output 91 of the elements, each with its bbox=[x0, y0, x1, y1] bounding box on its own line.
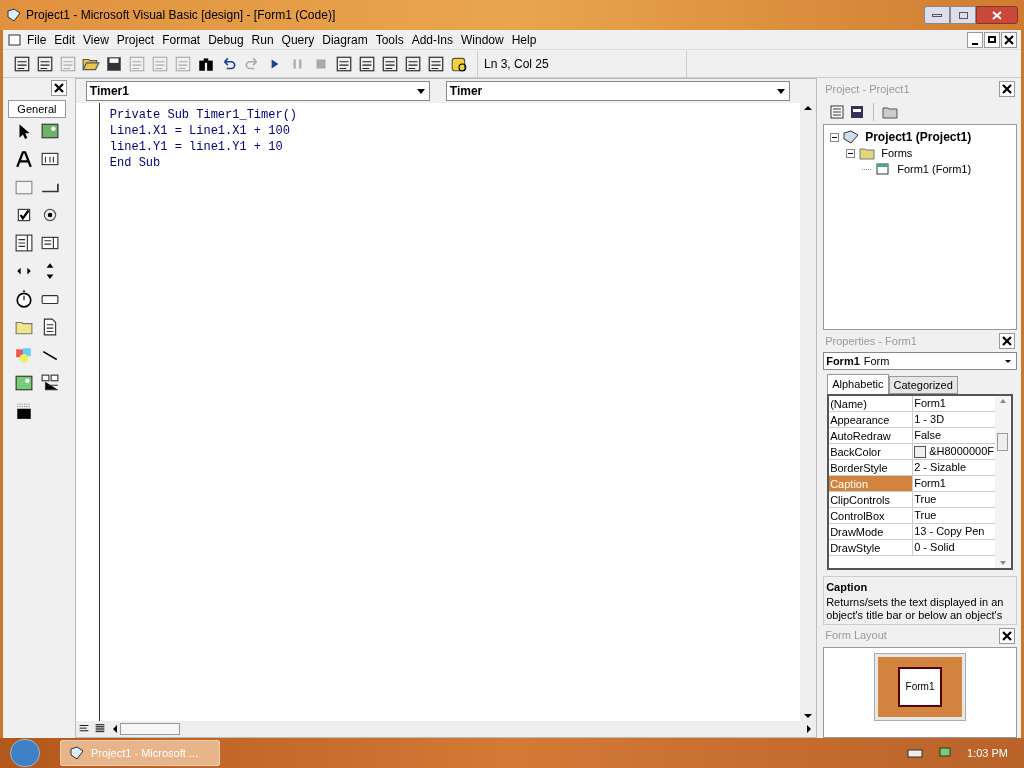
form-preview[interactable]: Form1 bbox=[898, 666, 943, 707]
property-value[interactable]: 1 - 3D bbox=[914, 411, 945, 428]
property-name[interactable]: AutoRedraw bbox=[829, 428, 914, 443]
shapes-icon[interactable] bbox=[14, 346, 33, 364]
textbox-icon[interactable] bbox=[40, 150, 59, 168]
tab[interactable]: Categorized bbox=[888, 376, 958, 394]
description-title: Caption bbox=[826, 580, 869, 595]
menu-item[interactable]: Run bbox=[247, 30, 278, 49]
menu-item[interactable]: Format bbox=[158, 30, 205, 49]
scroll-thumb[interactable] bbox=[119, 723, 180, 735]
panel-title: Form Layout bbox=[825, 628, 887, 644]
toggle-folders-icon[interactable] bbox=[882, 104, 899, 120]
menu-item[interactable]: Project bbox=[112, 30, 159, 49]
property-name[interactable]: ControlBox bbox=[829, 508, 914, 523]
project-icon bbox=[843, 129, 860, 145]
menu-item[interactable]: Tools bbox=[371, 30, 408, 49]
property-name[interactable]: BackColor bbox=[829, 444, 914, 459]
tab[interactable]: Alphabetic bbox=[827, 374, 889, 394]
code-line: End Sub bbox=[109, 155, 161, 171]
listbox-icon[interactable] bbox=[40, 234, 59, 252]
menu-item[interactable]: Debug bbox=[204, 30, 248, 49]
menu-item[interactable]: View bbox=[79, 30, 113, 49]
image-icon[interactable] bbox=[14, 374, 33, 392]
tree-item[interactable]: Forms bbox=[879, 144, 915, 162]
folder-icon bbox=[859, 145, 876, 161]
menu-item[interactable]: Window bbox=[457, 30, 508, 49]
combobox-icon[interactable] bbox=[14, 234, 33, 252]
property-name[interactable]: (Name) bbox=[829, 396, 914, 411]
object-dropdown[interactable]: Timer1 bbox=[85, 81, 430, 101]
collapse-box-icon[interactable] bbox=[846, 148, 856, 158]
tree-item[interactable]: Form1 (Form1) bbox=[895, 160, 974, 178]
maximize-button[interactable] bbox=[950, 6, 976, 24]
collapse-box-icon[interactable] bbox=[830, 132, 840, 142]
menu-item[interactable]: Query bbox=[277, 30, 319, 49]
menu-item[interactable]: Diagram bbox=[318, 30, 372, 49]
stopwatch-icon[interactable] bbox=[14, 290, 33, 308]
code-line: Private Sub Timer1_Timer() bbox=[109, 107, 298, 123]
code-line: Line1.X1 = Line1.X1 + 100 bbox=[109, 123, 290, 139]
close-icon[interactable] bbox=[50, 80, 67, 96]
clock[interactable]: 1:03 PM bbox=[967, 744, 1008, 762]
data-control-icon[interactable] bbox=[40, 374, 59, 392]
property-name[interactable]: ClipControls bbox=[829, 492, 914, 507]
toolbox-tab[interactable]: General bbox=[7, 100, 66, 118]
property-value[interactable]: &H8000000F bbox=[929, 443, 994, 460]
property-name[interactable]: BorderStyle bbox=[829, 460, 914, 475]
color-swatch bbox=[914, 445, 927, 458]
object-dropdown[interactable]: Form1 Form bbox=[823, 352, 1017, 370]
label-icon[interactable] bbox=[14, 150, 33, 168]
menu-item[interactable]: Add-Ins bbox=[407, 30, 457, 49]
ole-icon[interactable] bbox=[14, 402, 33, 420]
property-name[interactable]: Appearance bbox=[829, 412, 914, 427]
save-icon[interactable] bbox=[105, 54, 123, 73]
vb-app-icon bbox=[6, 7, 22, 23]
position-indicator: Ln 3, Col 25 bbox=[477, 50, 687, 77]
property-value[interactable]: False bbox=[914, 427, 942, 444]
minimize-button[interactable] bbox=[967, 31, 983, 48]
form-icon bbox=[875, 161, 892, 177]
property-name[interactable]: DrawMode bbox=[829, 524, 914, 539]
tree-item[interactable]: Project1 (Project1) bbox=[863, 128, 974, 146]
close-button[interactable] bbox=[976, 6, 1018, 24]
window-title: Project1 - Microsoft Visual Basic [design] - [Form1 (Code)] bbox=[26, 7, 336, 24]
panel-title: Project - Project1 bbox=[825, 81, 910, 97]
form-window-icon[interactable] bbox=[7, 31, 23, 48]
property-value[interactable]: Form1 bbox=[914, 395, 946, 412]
menu-item[interactable]: Help bbox=[507, 30, 541, 49]
description-text: Returns/sets the text displayed in an object's title bar or below an object's bbox=[826, 595, 1005, 622]
picture-icon[interactable] bbox=[40, 122, 59, 140]
code-line: line1.Y1 = line1.Y1 + 10 bbox=[109, 139, 283, 155]
close-icon[interactable] bbox=[1001, 31, 1017, 48]
close-icon[interactable] bbox=[999, 81, 1015, 97]
property-value[interactable]: Form1 bbox=[914, 475, 946, 492]
property-value[interactable]: 2 - Sizable bbox=[914, 459, 967, 476]
vertical-scrollbar[interactable] bbox=[995, 396, 1011, 568]
property-value[interactable]: True bbox=[914, 491, 937, 508]
close-icon[interactable] bbox=[999, 333, 1015, 349]
view-object-icon[interactable] bbox=[849, 104, 866, 120]
panel-title: Properties - Form1 bbox=[825, 333, 917, 349]
menu-item[interactable]: Edit bbox=[50, 30, 80, 49]
start-button[interactable] bbox=[10, 739, 40, 767]
menu-item[interactable]: File bbox=[23, 30, 51, 49]
property-value[interactable]: True bbox=[914, 507, 937, 524]
close-icon[interactable] bbox=[999, 627, 1015, 644]
restore-button[interactable] bbox=[984, 31, 1000, 48]
frame-icon[interactable] bbox=[14, 178, 33, 196]
scroll-thumb[interactable] bbox=[997, 433, 1009, 451]
scroll-up-icon[interactable] bbox=[803, 103, 814, 113]
property-name[interactable]: DrawStyle bbox=[829, 540, 914, 555]
property-value[interactable]: 13 - Copy Pen bbox=[914, 523, 985, 540]
vb-app-icon bbox=[69, 745, 85, 761]
property-value[interactable]: 0 - Solid bbox=[914, 539, 955, 556]
procedure-dropdown[interactable]: Timer bbox=[445, 81, 790, 101]
